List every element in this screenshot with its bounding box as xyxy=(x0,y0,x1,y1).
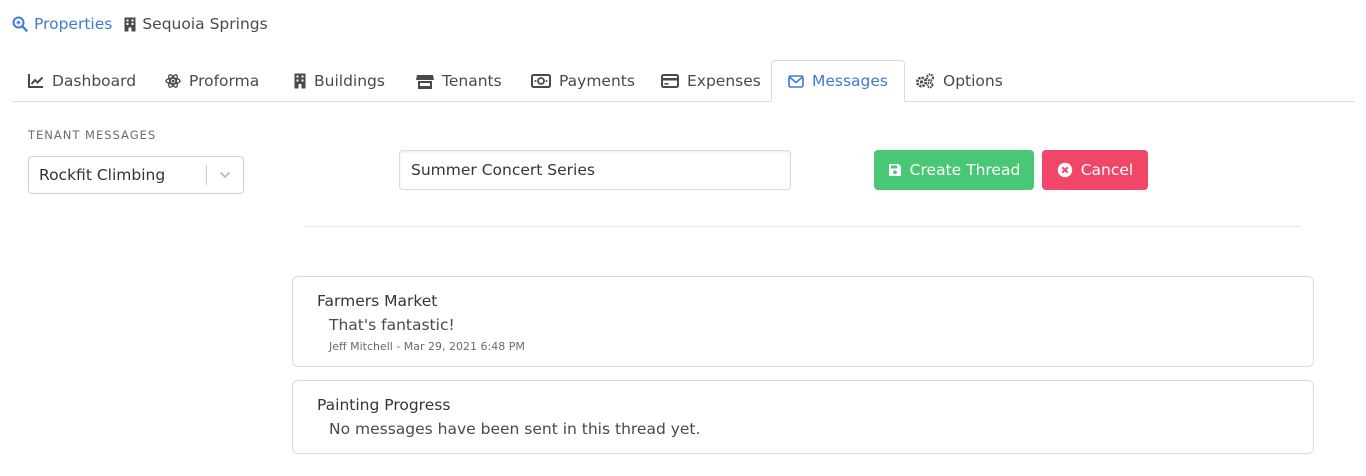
chart-line-icon xyxy=(28,74,44,88)
thread-title: Farmers Market xyxy=(317,292,438,310)
thread-meta: Jeff Mitchell - Mar 29, 2021 6:48 PM xyxy=(329,340,525,353)
tab-expenses-label: Expenses xyxy=(687,72,761,90)
save-icon xyxy=(888,164,901,176)
tab-expenses[interactable]: Expenses xyxy=(645,60,777,102)
tab-dashboard[interactable]: Dashboard xyxy=(12,60,152,102)
tab-payments[interactable]: Payments xyxy=(515,60,651,102)
times-circle-icon xyxy=(1057,162,1072,178)
credit-card-icon xyxy=(661,74,679,88)
tab-proforma[interactable]: Proforma xyxy=(149,60,275,102)
tenant-messages-heading: TENANT MESSAGES xyxy=(28,128,157,142)
thread-title: Painting Progress xyxy=(317,396,451,414)
create-thread-button[interactable]: Create Thread xyxy=(874,150,1034,190)
tab-proforma-label: Proforma xyxy=(189,72,260,90)
tab-buildings[interactable]: Buildings xyxy=(278,60,401,102)
breadcrumb: Properties Sequoia Springs xyxy=(12,13,268,35)
breadcrumb-properties-link[interactable]: Properties xyxy=(12,15,112,33)
tab-messages[interactable]: Messages xyxy=(771,60,906,102)
tab-options-label: Options xyxy=(943,72,1003,90)
tab-options[interactable]: Options xyxy=(899,60,1019,102)
money-bill-icon xyxy=(531,74,551,88)
chevron-down-icon[interactable] xyxy=(207,171,243,179)
building-icon xyxy=(294,73,306,89)
tenant-select[interactable]: Rockfit Climbing xyxy=(28,156,244,194)
tab-bar: Dashboard Proforma Buildings Tenants Pay… xyxy=(12,60,1354,102)
thread-last-message: That's fantastic! xyxy=(329,316,455,334)
building-icon xyxy=(124,17,136,31)
cancel-button[interactable]: Cancel xyxy=(1042,150,1148,190)
envelope-icon xyxy=(788,74,804,88)
search-icon xyxy=(12,16,28,32)
thread-card[interactable]: Painting Progress No messages have been … xyxy=(292,380,1314,454)
tab-dashboard-label: Dashboard xyxy=(52,72,137,90)
thread-card[interactable]: Farmers Market That's fantastic! Jeff Mi… xyxy=(292,276,1314,367)
thread-title-input[interactable] xyxy=(399,150,791,190)
create-thread-label: Create Thread xyxy=(909,161,1021,179)
tab-buildings-label: Buildings xyxy=(314,72,385,90)
tab-tenants-label: Tenants xyxy=(442,72,502,90)
store-icon xyxy=(416,74,434,89)
divider xyxy=(304,226,1301,227)
breadcrumb-properties-label: Properties xyxy=(34,15,113,33)
breadcrumb-current: Sequoia Springs xyxy=(124,15,268,33)
gears-icon xyxy=(916,73,935,89)
breadcrumb-current-label: Sequoia Springs xyxy=(142,15,268,33)
tab-messages-label: Messages xyxy=(812,72,889,90)
cancel-label: Cancel xyxy=(1080,161,1134,179)
thread-last-message: No messages have been sent in this threa… xyxy=(329,420,701,438)
tab-payments-label: Payments xyxy=(559,72,635,90)
tenant-select-value: Rockfit Climbing xyxy=(39,166,166,184)
atom-icon xyxy=(165,74,181,88)
tab-tenants[interactable]: Tenants xyxy=(400,60,518,102)
